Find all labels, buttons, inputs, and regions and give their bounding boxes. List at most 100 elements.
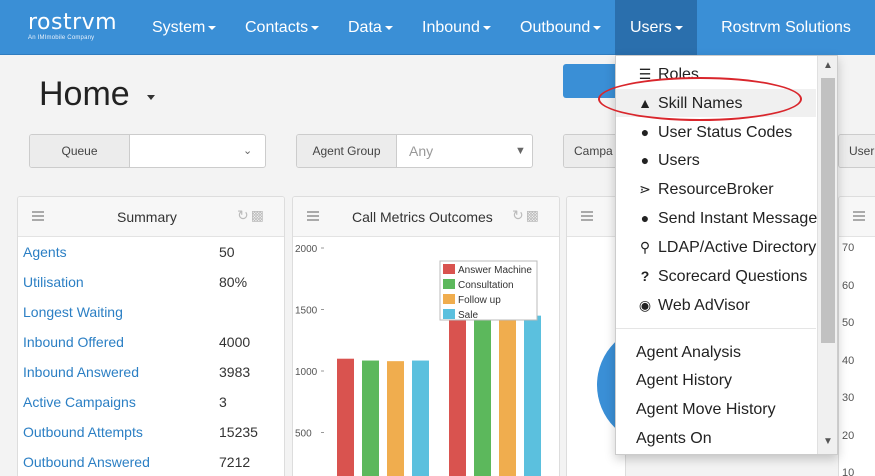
menu-item-users-label: Users [658, 152, 700, 169]
bar-answer-machine[interactable] [337, 358, 354, 476]
rostrvm-logo[interactable]: rostrvm An IMImobile Company [28, 12, 117, 42]
scroll-down-icon[interactable]: ▼ [821, 434, 835, 450]
summary-panel: Summary ↻▩ Agents 50 Utilisation 80% Longest… [17, 196, 285, 476]
legend-label: Follow up [458, 295, 501, 306]
scrollbar-thumb[interactable] [821, 78, 835, 343]
refresh-chart-icons[interactable]: ↻▩ [512, 207, 541, 224]
summary-row-value: 3 [219, 394, 227, 410]
queue-filter[interactable]: Queue ⌄ [29, 134, 266, 168]
right-axis-tick-label: 70 [842, 242, 855, 254]
summary-row-label[interactable]: Active Campaigns [23, 394, 136, 410]
refresh-chart-icons[interactable]: ↻▩ [237, 207, 266, 224]
bar-follow-up[interactable] [387, 361, 404, 476]
nav-inbound[interactable]: Inbound [422, 0, 491, 55]
bar-sale[interactable] [412, 360, 429, 476]
menu-item-users[interactable]: ● Users [616, 146, 816, 174]
nav-data-label: Data [348, 19, 382, 36]
menu-item-roles[interactable]: ☰ Roles [616, 60, 816, 88]
menu-item-roles-label: Roles [658, 66, 699, 83]
menu-icon[interactable] [32, 211, 44, 221]
chevron-down-icon [311, 25, 320, 30]
list-check-icon: ☰ [638, 66, 652, 82]
call-metrics-title: Call Metrics Outcomes [352, 209, 493, 225]
menu-item-agent-analysis[interactable]: Agent Analysis [616, 339, 816, 367]
summary-row-value: 4000 [219, 334, 251, 350]
caret-down-icon[interactable]: ▼ [515, 135, 526, 167]
action-button[interactable] [563, 64, 623, 98]
key-icon: ⚲ [639, 239, 651, 255]
legend-label: Answer Machine [458, 265, 532, 276]
bar-follow-up[interactable] [499, 315, 516, 476]
right-axis-tick-label: 60 [842, 279, 855, 292]
queue-filter-label: Queue [30, 135, 130, 167]
scroll-up-icon[interactable]: ▲ [821, 58, 835, 74]
bar-consultation[interactable] [474, 315, 491, 476]
nav-system[interactable]: System [152, 0, 217, 55]
chevron-down-icon [593, 25, 602, 30]
menu-item-scorecard-questions[interactable]: ? Scorecard Questions [616, 262, 816, 290]
summary-row-label[interactable]: Agents [23, 244, 67, 260]
page-title[interactable]: Home [39, 75, 130, 114]
menu-item-skill-names-label: Skill Names [658, 95, 743, 112]
summary-row-label[interactable]: Outbound Answered [23, 454, 150, 470]
user-filter[interactable]: User [838, 134, 875, 168]
right-axis-tick-label: 30 [842, 392, 855, 404]
summary-row-label[interactable]: Inbound Offered [23, 334, 124, 350]
summary-row-label[interactable]: Outbound Attempts [23, 424, 143, 440]
legend-swatch [443, 264, 455, 274]
nav-contacts[interactable]: Contacts [245, 0, 320, 55]
right-axis-tick-label: 40 [842, 354, 855, 367]
menu-item-ldap[interactable]: ⚲ LDAP/Active Directory [616, 233, 816, 261]
double-chevron-down-icon[interactable]: ⌄ [243, 135, 252, 167]
nav-brand[interactable]: Rostrvm Solutions [697, 0, 875, 55]
bar-consultation[interactable] [362, 360, 379, 476]
summary-row-label[interactable]: Inbound Answered [23, 364, 139, 380]
question-icon: ? [640, 268, 650, 284]
agent-group-filter[interactable]: Agent Group Any ▼ [296, 134, 533, 168]
graduation-cap-icon: ▲ [638, 95, 652, 111]
chevron-down-icon [208, 25, 217, 30]
user-filter-label: User [839, 135, 875, 167]
agent-group-filter-value[interactable]: Any [409, 135, 433, 167]
nav-users[interactable]: Users [615, 0, 697, 55]
menu-icon[interactable] [307, 211, 319, 221]
summary-row-value: 50 [219, 244, 235, 260]
logo-tagline: An IMImobile Company [28, 35, 95, 41]
menu-item-agent-history[interactable]: Agent History [616, 367, 816, 395]
bar-sale[interactable] [524, 315, 541, 476]
menu-icon[interactable] [581, 211, 593, 221]
summary-row-label[interactable]: Longest Waiting [23, 304, 123, 320]
dropdown-scrollbar[interactable]: ▲ ▼ [817, 56, 837, 454]
summary-row-label[interactable]: Utilisation [23, 274, 84, 290]
menu-item-agent-move-history[interactable]: Agent Move History [616, 396, 816, 424]
chevron-down-icon [482, 25, 491, 30]
chevron-down-icon [674, 25, 683, 30]
nav-contacts-label: Contacts [245, 19, 309, 36]
app-window: rostrvm An IMImobile Company System Cont… [0, 0, 875, 476]
legend-label: Consultation [458, 280, 514, 291]
legend-swatch [443, 279, 455, 289]
top-navbar: rostrvm An IMImobile Company System Cont… [0, 0, 875, 55]
right-axis-tick-label: 20 [842, 429, 855, 442]
menu-item-resourcebroker[interactable]: ⋗ ResourceBroker [616, 175, 816, 203]
y-tick-label: 500 [295, 429, 312, 440]
menu-icon[interactable] [853, 211, 865, 221]
title-caret-icon[interactable] [147, 95, 155, 100]
summary-row-value: 15235 [219, 424, 258, 440]
menu-item-web-advisor[interactable]: ◉ Web AdVisor [616, 291, 816, 319]
agent-group-filter-label: Agent Group [297, 135, 397, 167]
call-metrics-chart: 500 1000 1500 2000 Answer Machine Consultatio… [295, 244, 541, 476]
menu-item-skill-names[interactable]: ▲ Skill Names [616, 89, 816, 117]
menu-item-scorecard-questions-label: Scorecard Questions [658, 268, 808, 285]
menu-item-web-advisor-label: Web AdVisor [658, 297, 750, 314]
nav-outbound[interactable]: Outbound [520, 0, 602, 55]
chevron-down-icon [384, 25, 393, 30]
menu-item-agents-on[interactable]: Agents On [616, 425, 816, 453]
summary-row-value: 7212 [219, 454, 251, 470]
campaign-filter[interactable]: Campa [563, 134, 623, 168]
nav-outbound-label: Outbound [520, 19, 591, 36]
nav-data[interactable]: Data [348, 0, 393, 55]
menu-item-user-status-codes[interactable]: ● User Status Codes [616, 118, 816, 146]
menu-item-send-instant-message[interactable]: ● Send Instant Message [616, 204, 817, 232]
bar-answer-machine[interactable] [449, 315, 466, 476]
